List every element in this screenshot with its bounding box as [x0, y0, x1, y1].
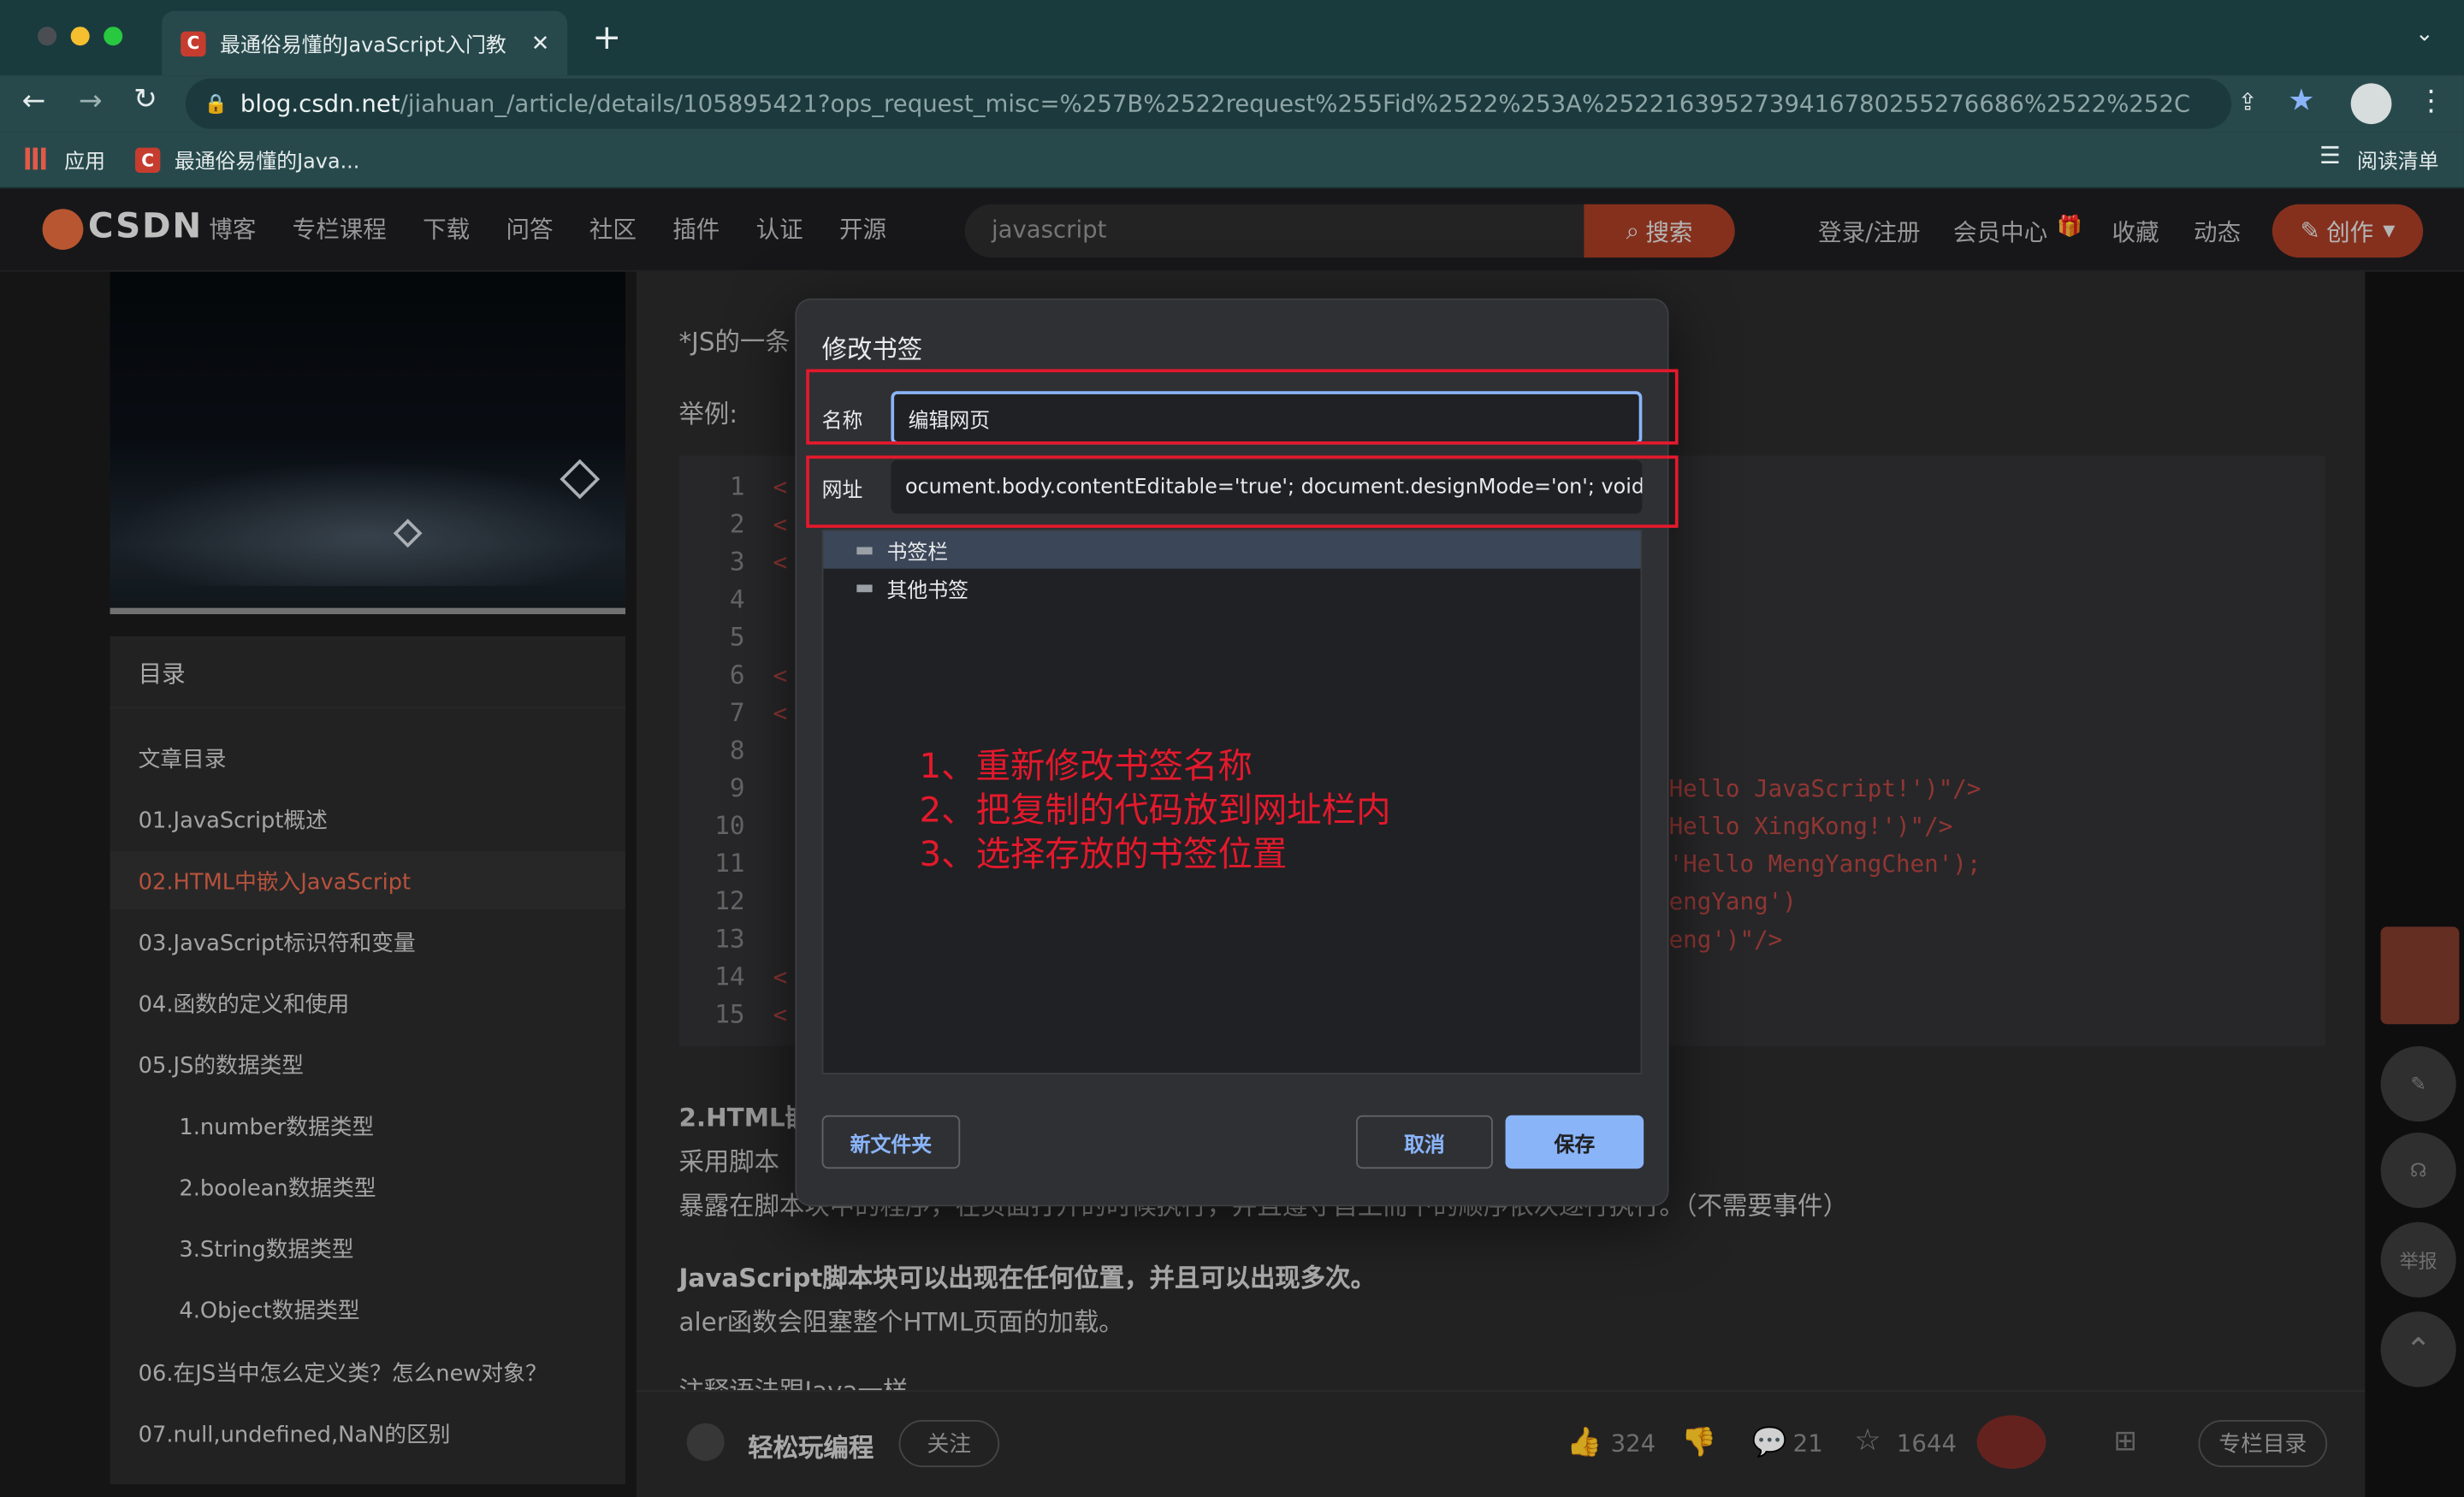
- annotation-step-3: 3、选择存放的书签位置: [919, 835, 1288, 875]
- new-folder-button[interactable]: 新文件夹: [821, 1115, 961, 1169]
- bookmark-favicon-icon: C: [134, 147, 161, 173]
- tab-title: 最通俗易懂的JavaScript入门教: [220, 34, 506, 58]
- share-icon[interactable]: ⇪: [2237, 88, 2257, 116]
- address-bar[interactable]: 🔒 blog.csdn.net/jiahuan_/article/details…: [185, 78, 2232, 129]
- browser-tab[interactable]: C 最通俗易懂的JavaScript入门教 ✕: [162, 10, 568, 76]
- annotation-step-2: 2、把复制的代码放到网址栏内: [919, 791, 1391, 831]
- folder-item-other-bookmarks[interactable]: ▬ 其他书签: [823, 569, 1640, 606]
- bookmark-star-icon[interactable]: ★: [2288, 83, 2314, 117]
- maximize-window-button[interactable]: [104, 27, 123, 46]
- cancel-button[interactable]: 取消: [1356, 1115, 1493, 1169]
- bookmark-apps[interactable]: 应用: [64, 145, 105, 175]
- forward-icon[interactable]: →: [79, 85, 103, 118]
- reload-icon[interactable]: ↻: [133, 83, 157, 116]
- folder-icon: ▬: [855, 576, 874, 600]
- back-icon[interactable]: ←: [22, 85, 46, 118]
- save-button[interactable]: 保存: [1505, 1115, 1644, 1169]
- minimize-window-button[interactable]: [70, 27, 90, 46]
- bookmarks-bar: 应用 C 最通俗易懂的Java... ☰ 阅读清单: [0, 132, 2464, 189]
- url-path: /jiahuan_/article/details/105895421?ops_…: [400, 89, 2189, 118]
- folder-icon: ▬: [855, 537, 874, 562]
- highlight-box-name: [806, 369, 1679, 445]
- new-tab-button[interactable]: +: [592, 19, 621, 58]
- reading-list[interactable]: 阅读清单: [2357, 145, 2439, 175]
- tab-search-icon[interactable]: ⌄: [2415, 22, 2434, 47]
- screen: C 最通俗易懂的JavaScript入门教 ✕ + ⌄ ← → ↻ 🔒 blog…: [0, 0, 2464, 1497]
- save-label: 保存: [1554, 1133, 1596, 1157]
- close-window-button[interactable]: [38, 27, 57, 46]
- annotation-step-1: 1、重新修改书签名称: [919, 748, 1253, 787]
- tab-strip: C 最通俗易懂的JavaScript入门教 ✕ + ⌄: [0, 0, 2464, 76]
- menu-kebab-icon[interactable]: ⋮: [2417, 85, 2445, 118]
- bookmark-item[interactable]: 最通俗易懂的Java...: [175, 145, 359, 175]
- lock-icon: 🔒: [204, 92, 228, 115]
- tab-close-icon[interactable]: ✕: [531, 31, 550, 56]
- highlight-box-url: [806, 455, 1679, 528]
- browser-toolbar: ← → ↻ 🔒 blog.csdn.net/jiahuan_/article/d…: [0, 75, 2464, 133]
- folder-item-bookmarks-bar[interactable]: ▬ 书签栏: [823, 530, 1641, 569]
- cancel-label: 取消: [1404, 1133, 1445, 1157]
- apps-grid-icon: [25, 147, 48, 170]
- csdn-favicon-icon: C: [181, 30, 206, 56]
- profile-avatar[interactable]: [2350, 83, 2392, 125]
- dialog-title: 修改书签: [821, 334, 923, 365]
- folder-label: 书签栏: [886, 541, 949, 565]
- reading-list-icon: ☰: [2319, 141, 2341, 170]
- url-host: blog.csdn.net: [240, 89, 400, 118]
- folder-label: 其他书签: [886, 578, 968, 603]
- new-folder-label: 新文件夹: [850, 1133, 933, 1157]
